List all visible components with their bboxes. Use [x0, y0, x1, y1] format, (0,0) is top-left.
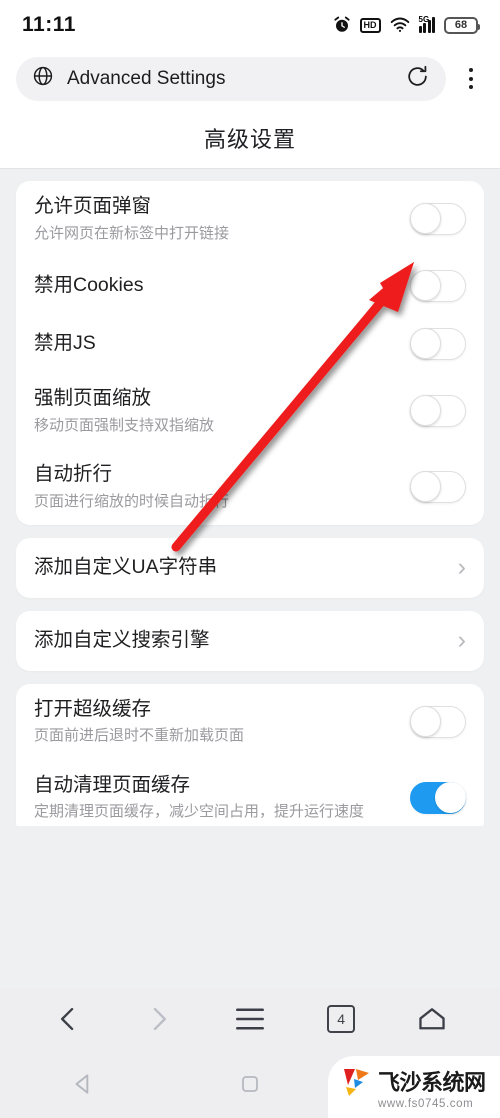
disable-js-toggle[interactable] — [410, 328, 466, 361]
address-input[interactable]: Advanced Settings — [16, 56, 446, 101]
browser-address-bar: Advanced Settings — [0, 50, 500, 107]
setting-row-custom-ua[interactable]: 添加自定义UA字符串 › — [34, 538, 466, 598]
row-subtitle: 页面前进后退时不重新加载页面 — [34, 727, 245, 745]
row-subtitle: 页面进行缩放的时候自动折行 — [34, 492, 230, 510]
watermark-top: 飞沙系统网 — [342, 1065, 500, 1097]
nav-home-button[interactable] — [404, 997, 460, 1041]
android-recents-button[interactable] — [167, 1072, 334, 1096]
custom-ua-group: 添加自定义UA字符串 › — [16, 538, 484, 598]
watermark-url: www.fs0745.com — [378, 1097, 474, 1110]
settings-content: 允许页面弹窗 允许网页在新标签中打开链接 禁用Cookies 禁用JS 强制页面… — [0, 169, 500, 826]
setting-row-allow-popup[interactable]: 允许页面弹窗 允许网页在新标签中打开链接 — [34, 181, 466, 257]
watermark-logo-icon — [344, 1068, 369, 1096]
browser-nav-bar: 4 — [0, 988, 500, 1050]
nav-tabs-button[interactable]: 4 — [313, 997, 369, 1041]
more-vertical-icon[interactable] — [456, 68, 486, 89]
allow-popup-toggle[interactable] — [410, 203, 466, 236]
row-text: 禁用JS — [34, 331, 398, 357]
globe-icon — [32, 65, 54, 92]
row-title: 允许页面弹窗 — [34, 195, 152, 217]
setting-row-auto-clear-cache[interactable]: 自动清理页面缓存 定期清理页面缓存，减少空间占用，提升运行速度 — [34, 760, 466, 826]
alarm-icon — [333, 16, 351, 34]
chevron-left-icon — [60, 1007, 73, 1031]
force-zoom-toggle[interactable] — [410, 395, 466, 428]
signal-5g-icon: 5G — [418, 15, 435, 33]
wifi-icon — [390, 17, 410, 33]
row-subtitle: 定期清理页面缓存，减少空间占用，提升运行速度 — [34, 803, 365, 821]
status-icons: HD 5G 68 — [333, 15, 480, 34]
chevron-right-icon — [153, 1007, 166, 1031]
hd-icon: HD — [359, 17, 381, 33]
custom-search-group: 添加自定义搜索引擎 › — [16, 610, 484, 671]
row-text: 禁用Cookies — [34, 273, 398, 299]
super-cache-toggle[interactable] — [410, 705, 466, 738]
site-watermark: 飞沙系统网 www.fs0745.com — [328, 1056, 500, 1118]
chevron-right-icon: › — [457, 553, 466, 582]
row-title: 自动清理页面缓存 — [34, 773, 191, 796]
network-type-label: 5G — [418, 15, 430, 24]
row-subtitle: 移动页面强制支持双指缩放 — [34, 416, 215, 434]
row-title: 添加自定义UA字符串 — [34, 556, 218, 579]
setting-row-disable-cookies[interactable]: 禁用Cookies — [34, 257, 466, 315]
hamburger-icon — [236, 1008, 264, 1030]
status-time: 11:11 — [22, 13, 76, 36]
row-title: 禁用Cookies — [34, 274, 144, 297]
row-title: 自动折行 — [34, 463, 113, 486]
row-text: 强制页面缩放 移动页面强制支持双指缩放 — [34, 386, 398, 436]
row-title: 禁用JS — [34, 332, 96, 355]
auto-wrap-toggle[interactable] — [410, 471, 466, 504]
page-title-bar: 高级设置 — [0, 107, 500, 169]
android-back-button[interactable] — [0, 1071, 167, 1097]
home-icon — [419, 1008, 446, 1030]
row-title: 打开超级缓存 — [34, 697, 152, 720]
square-recents-icon — [242, 1076, 258, 1092]
setting-row-disable-js[interactable]: 禁用JS — [34, 315, 466, 373]
nav-forward-button[interactable] — [131, 997, 187, 1041]
row-text: 添加自定义搜索引擎 — [34, 628, 446, 654]
row-title: 添加自定义搜索引擎 — [34, 628, 210, 651]
nav-back-button[interactable] — [40, 997, 96, 1041]
setting-row-auto-wrap[interactable]: 自动折行 页面进行缩放的时候自动折行 — [34, 449, 466, 525]
chevron-right-icon: › — [457, 626, 466, 655]
watermark-name: 飞沙系统网 — [378, 1069, 486, 1095]
battery-icon: 68 — [444, 16, 480, 34]
setting-row-super-cache[interactable]: 打开超级缓存 页面前进后退时不重新加载页面 — [34, 684, 466, 760]
setting-row-custom-search[interactable]: 添加自定义搜索引擎 › — [34, 611, 466, 671]
nav-menu-button[interactable] — [222, 997, 278, 1041]
row-subtitle: 允许网页在新标签中打开链接 — [34, 224, 230, 242]
page-behavior-group: 允许页面弹窗 允许网页在新标签中打开链接 禁用Cookies 禁用JS 强制页面… — [16, 181, 484, 526]
page-title: 高级设置 — [203, 126, 296, 152]
row-text: 自动清理页面缓存 定期清理页面缓存，减少空间占用，提升运行速度 — [34, 773, 364, 823]
battery-level: 68 — [454, 19, 468, 31]
row-title: 强制页面缩放 — [34, 387, 152, 410]
refresh-icon[interactable] — [405, 64, 430, 94]
row-text: 添加自定义UA字符串 — [34, 555, 446, 581]
setting-row-force-zoom[interactable]: 强制页面缩放 移动页面强制支持双指缩放 — [34, 373, 466, 449]
address-title: Advanced Settings — [67, 67, 226, 89]
disable-cookies-toggle[interactable] — [410, 270, 466, 303]
status-bar: 11:11 HD 5G 68 — [0, 0, 500, 50]
row-text: 自动折行 页面进行缩放的时候自动折行 — [34, 462, 398, 512]
row-text: 打开超级缓存 页面前进后退时不重新加载页面 — [34, 697, 398, 747]
triangle-back-icon — [75, 1074, 89, 1094]
cache-group: 打开超级缓存 页面前进后退时不重新加载页面 自动清理页面缓存 定期清理页面缓存，… — [16, 683, 484, 826]
row-text: 允许页面弹窗 允许网页在新标签中打开链接 — [34, 194, 398, 244]
auto-clear-cache-toggle[interactable] — [410, 781, 466, 814]
tab-count-badge: 4 — [327, 1005, 356, 1033]
